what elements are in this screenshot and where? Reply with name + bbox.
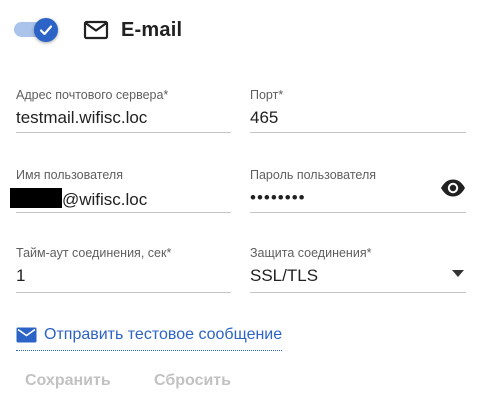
timeout-value[interactable]: 1 (16, 266, 25, 286)
connection-security-select[interactable]: Защита соединения* SSL/TLS (250, 246, 466, 293)
port-value[interactable]: 465 (250, 108, 278, 128)
envelope-outline-icon (83, 20, 109, 40)
server-address-value[interactable]: testmail.wifisc.loc (16, 108, 147, 128)
password-value[interactable]: •••••••• (250, 188, 306, 208)
password-label: Пароль пользователя (250, 168, 377, 182)
username-domain: @wifisc.loc (62, 190, 148, 209)
password-field[interactable]: Пароль пользователя •••••••• (250, 168, 466, 213)
reset-button[interactable]: Сбросить (154, 372, 231, 390)
port-field[interactable]: Порт* 465 (250, 88, 466, 133)
timeout-label: Тайм-аут соединения, сек* (16, 246, 172, 260)
envelope-filled-icon (16, 327, 37, 343)
connection-security-label: Защита соединения* (250, 246, 372, 260)
field-underline (16, 292, 231, 293)
username-label: Имя пользователя (16, 168, 123, 182)
send-test-message-link[interactable]: Отправить тестовое сообщение (16, 322, 283, 351)
server-address-label: Адрес почтового сервера* (16, 88, 169, 102)
send-test-message-label: Отправить тестовое сообщение (44, 326, 283, 343)
field-underline (16, 132, 231, 133)
server-address-field[interactable]: Адрес почтового сервера* testmail.wifisc… (16, 88, 231, 133)
toggle-knob (34, 18, 58, 42)
username-value[interactable]: @wifisc.loc (10, 188, 148, 210)
caret-down-icon[interactable] (452, 270, 464, 277)
field-underline (250, 132, 466, 133)
connection-security-value[interactable]: SSL/TLS (250, 266, 318, 286)
timeout-field[interactable]: Тайм-аут соединения, сек* 1 (16, 246, 231, 293)
username-field[interactable]: Имя пользователя @wifisc.loc (10, 168, 231, 213)
eye-icon[interactable] (440, 178, 466, 198)
check-icon (39, 25, 53, 36)
section-title: E-mail (121, 19, 183, 41)
port-label: Порт* (250, 88, 284, 102)
redacted-block (10, 188, 62, 208)
save-button[interactable]: Сохранить (25, 372, 111, 390)
email-enabled-toggle[interactable] (12, 16, 60, 44)
field-underline (250, 212, 466, 213)
field-underline (16, 212, 231, 213)
field-underline (250, 292, 466, 293)
